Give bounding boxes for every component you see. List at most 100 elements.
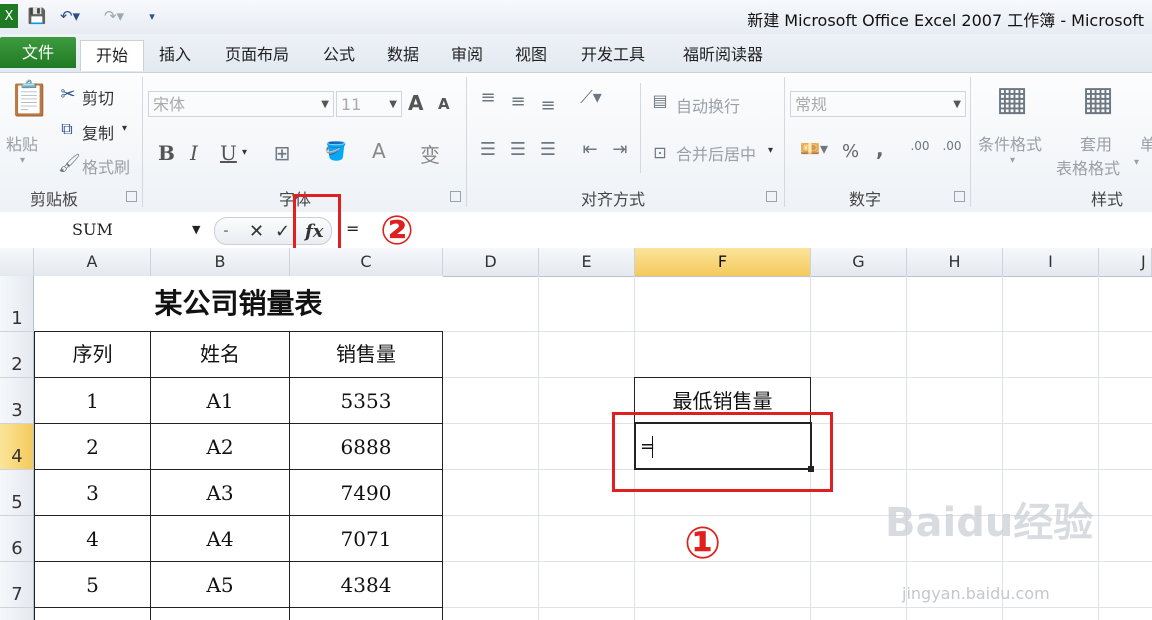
copy-dropdown-icon[interactable]: ▾: [122, 123, 127, 134]
paste-button[interactable]: 粘贴: [6, 131, 38, 155]
row-header-1[interactable]: 1: [0, 276, 34, 332]
name-box[interactable]: SUM ▼: [0, 218, 208, 242]
column-header-j[interactable]: J: [1099, 248, 1152, 276]
merge-dropdown-icon[interactable]: ▾: [768, 145, 773, 156]
row-header-5[interactable]: 5: [0, 470, 34, 516]
align-top-icon[interactable]: ≡: [476, 87, 500, 108]
clipboard-launcher[interactable]: [126, 191, 137, 202]
table-cell[interactable]: A3: [150, 469, 290, 516]
number-launcher[interactable]: [954, 191, 965, 202]
table-cell[interactable]: 5353: [289, 377, 443, 424]
tab-review[interactable]: 审阅: [442, 40, 492, 70]
table-cell[interactable]: 1: [34, 377, 151, 424]
table-cell[interactable]: A1: [150, 377, 290, 424]
copy-button[interactable]: 复制: [82, 120, 114, 144]
table-cell[interactable]: [150, 607, 290, 620]
table-cell[interactable]: 7490: [289, 469, 443, 516]
fill-color-icon[interactable]: 🪣: [322, 141, 350, 162]
row-header-7[interactable]: 7: [0, 562, 34, 608]
row-header-2[interactable]: 2: [0, 332, 34, 378]
sheet-title-cell[interactable]: 某公司销量表: [34, 276, 443, 332]
column-header-b[interactable]: B: [151, 248, 290, 276]
align-right-icon[interactable]: ☰: [536, 139, 560, 160]
font-launcher[interactable]: [450, 191, 461, 202]
conditional-dropdown-icon[interactable]: ▾: [1010, 155, 1015, 166]
name-box-dropdown-icon[interactable]: ▼: [192, 218, 200, 242]
align-left-icon[interactable]: ☰: [476, 139, 500, 160]
column-header-a[interactable]: A: [34, 248, 151, 276]
cell-styles-button[interactable]: 单: [1140, 131, 1152, 155]
table-cell[interactable]: 4384: [289, 561, 443, 608]
undo-icon[interactable]: ↶▾: [56, 4, 84, 28]
bold-button[interactable]: B: [158, 141, 175, 165]
format-painter-button[interactable]: 格式刷: [82, 154, 130, 178]
formula-input[interactable]: =: [346, 219, 359, 238]
save-icon[interactable]: 💾: [24, 4, 50, 28]
row-header-8[interactable]: [0, 608, 34, 620]
font-size-combo[interactable]: 11 ▼: [336, 91, 402, 117]
comma-button[interactable]: ,: [876, 137, 884, 161]
number-format-combo[interactable]: 常规 ▼: [790, 91, 966, 117]
phonetic-button[interactable]: 变: [420, 139, 440, 168]
column-header-c[interactable]: C: [290, 248, 443, 276]
header-cell-sequence[interactable]: 序列: [34, 331, 151, 378]
column-header-d[interactable]: D: [443, 248, 539, 276]
tab-insert[interactable]: 插入: [150, 40, 200, 70]
conditional-format-button[interactable]: 条件格式: [978, 131, 1042, 155]
font-color-button[interactable]: A: [372, 139, 386, 163]
table-cell[interactable]: [289, 607, 443, 620]
select-all-corner[interactable]: [0, 248, 34, 276]
tab-page-layout[interactable]: 页面布局: [214, 40, 300, 70]
format-as-table-button[interactable]: 表格格式: [1056, 155, 1120, 179]
table-cell[interactable]: A4: [150, 515, 290, 562]
decrease-decimal-icon[interactable]: .00: [940, 139, 964, 153]
row-header-4[interactable]: 4: [0, 424, 34, 470]
shrink-font-button[interactable]: A: [438, 95, 450, 113]
tab-foxit-reader[interactable]: 福昕阅读器: [670, 40, 776, 70]
alignment-launcher[interactable]: [766, 191, 777, 202]
percent-button[interactable]: %: [842, 141, 859, 162]
increase-decimal-icon[interactable]: .00: [908, 139, 932, 153]
tab-file[interactable]: 文件: [0, 37, 76, 68]
wrap-text-button[interactable]: 自动换行: [676, 93, 740, 117]
table-cell[interactable]: 5: [34, 561, 151, 608]
decrease-indent-icon[interactable]: ⇤: [578, 139, 602, 160]
tab-view[interactable]: 视图: [506, 40, 556, 70]
tab-home[interactable]: 开始: [80, 40, 144, 71]
customize-qat-icon[interactable]: ▾: [144, 4, 160, 28]
accounting-format-icon[interactable]: 💴▾: [794, 139, 834, 158]
align-middle-icon[interactable]: ≡: [506, 91, 530, 112]
table-cell[interactable]: 2: [34, 423, 151, 470]
merge-center-button[interactable]: 合并后居中: [676, 141, 756, 165]
format-as-table-line1[interactable]: 套用: [1080, 131, 1112, 155]
table-cell[interactable]: 7071: [289, 515, 443, 562]
tab-developer[interactable]: 开发工具: [570, 40, 656, 70]
font-name-combo[interactable]: 宋体 ▼: [148, 91, 334, 117]
header-cell-name[interactable]: 姓名: [150, 331, 290, 378]
paste-icon[interactable]: 📋: [8, 79, 50, 125]
cut-button[interactable]: 剪切: [82, 85, 114, 109]
enter-formula-button[interactable]: ✓: [275, 221, 290, 242]
grow-font-button[interactable]: A: [408, 91, 423, 115]
table-cell[interactable]: [34, 607, 151, 620]
tab-data[interactable]: 数据: [378, 40, 428, 70]
paste-dropdown-icon[interactable]: ▾: [20, 155, 25, 166]
table-dropdown-icon[interactable]: ▾: [1134, 157, 1139, 168]
column-header-e[interactable]: E: [539, 248, 635, 276]
table-cell[interactable]: A2: [150, 423, 290, 470]
row-header-3[interactable]: 3: [0, 378, 34, 424]
table-cell[interactable]: 6888: [289, 423, 443, 470]
header-cell-sales[interactable]: 销售量: [289, 331, 443, 378]
column-header-h[interactable]: H: [907, 248, 1003, 276]
redo-icon[interactable]: ↷▾: [100, 4, 128, 28]
align-center-icon[interactable]: ☰: [506, 139, 530, 160]
underline-button[interactable]: U: [220, 141, 237, 165]
orientation-icon[interactable]: ⟋▾: [576, 87, 606, 108]
align-bottom-icon[interactable]: ≡: [536, 95, 560, 116]
tab-formulas[interactable]: 公式: [314, 40, 364, 70]
column-header-f[interactable]: F: [635, 248, 811, 276]
excel-app-icon[interactable]: X: [0, 4, 18, 28]
row-header-6[interactable]: 6: [0, 516, 34, 562]
cancel-formula-button[interactable]: ✕: [249, 221, 264, 242]
table-cell[interactable]: A5: [150, 561, 290, 608]
